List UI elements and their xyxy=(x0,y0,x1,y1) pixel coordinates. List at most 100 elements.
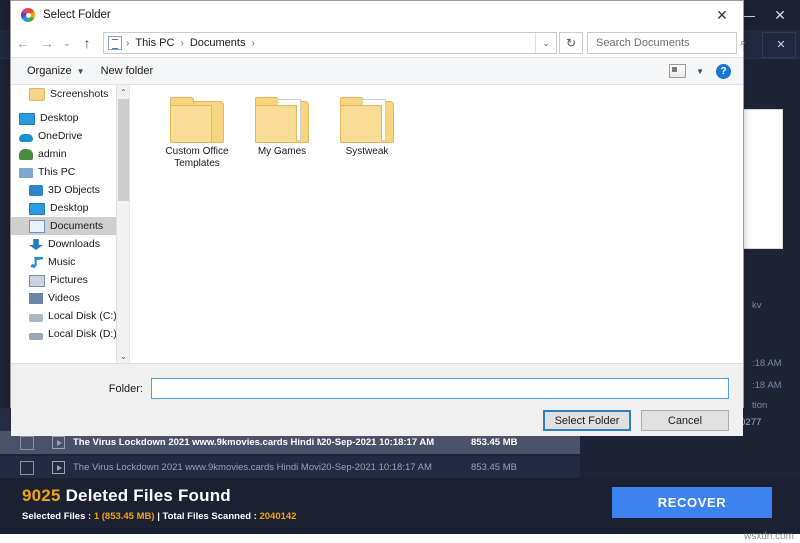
app-logo-icon xyxy=(21,8,35,22)
recent-locations-button[interactable]: ⌄ xyxy=(59,31,75,55)
sidebar-item-label: Local Disk (C:) xyxy=(48,310,117,322)
change-view-icon[interactable] xyxy=(669,64,687,78)
navigation-pane: Screenshots Desktop OneDrive admin This … xyxy=(11,85,130,363)
sidebar-item-label: Screenshots xyxy=(50,88,109,100)
sidebar-item-label: Desktop xyxy=(40,112,79,124)
row-file-date: 20-Sep-2021 10:18:17 AM xyxy=(321,462,432,473)
dialog-body: Screenshots Desktop OneDrive admin This … xyxy=(11,85,743,363)
folder-label: My Games xyxy=(257,146,307,157)
recover-button[interactable]: RECOVER xyxy=(612,487,772,518)
help-icon[interactable]: ? xyxy=(716,63,731,79)
navigation-scrollbar[interactable]: ⌃ ⌄ xyxy=(116,85,129,363)
dialog-toolbar: Organize ▼ New folder ▼ ? xyxy=(11,58,743,85)
breadcrumb-this-pc[interactable]: This PC xyxy=(133,37,176,49)
row-checkbox[interactable] xyxy=(20,460,34,475)
search-input[interactable] xyxy=(594,36,740,50)
folder-item-custom-office-templates[interactable]: Custom Office Templates xyxy=(152,97,242,170)
folder-item-my-games[interactable]: My Games xyxy=(237,97,327,158)
folder-icon xyxy=(255,97,309,143)
address-bar[interactable]: › This PC › Documents › ⌄ xyxy=(103,32,557,54)
selected-files-size: (853.45 MB) xyxy=(101,511,155,522)
sidebar-item-label: OneDrive xyxy=(38,130,83,142)
info-tooltip-bold-text: ble. xyxy=(739,230,782,241)
scrollbar-thumb[interactable] xyxy=(118,99,129,201)
sidebar-item-label: 3D Objects xyxy=(48,184,100,196)
folder-field-row: Folder: xyxy=(11,378,743,399)
organize-menu[interactable]: Organize ▼ xyxy=(27,65,85,77)
sidebar-item-label: This PC xyxy=(38,166,76,178)
deleted-files-label: Deleted Files Found xyxy=(65,486,231,505)
row-checkbox[interactable] xyxy=(20,435,34,450)
sidebar-item-screenshots[interactable]: Screenshots xyxy=(11,85,129,103)
forward-button[interactable]: → xyxy=(35,31,59,55)
disk-icon xyxy=(29,313,43,322)
selected-files-label: Selected Files : xyxy=(22,511,92,522)
sidebar-item-3d-objects[interactable]: 3D Objects xyxy=(11,181,129,199)
refresh-button[interactable]: ↻ xyxy=(559,32,583,54)
summary-separator: | xyxy=(157,511,160,522)
right-column-time-1: :18 AM xyxy=(752,358,782,369)
chevron-down-icon: ▼ xyxy=(76,66,85,76)
chevron-down-icon[interactable]: ⌄ xyxy=(535,33,556,53)
deleted-files-heading: 9025 Deleted Files Found xyxy=(22,486,231,506)
scroll-up-icon[interactable]: ⌃ xyxy=(117,85,129,99)
row-file-name: The Virus Lockdown 2021 www.9kmovies.car… xyxy=(73,462,321,473)
organize-label: Organize xyxy=(27,65,72,77)
sidebar-item-downloads[interactable]: Downloads xyxy=(11,235,129,253)
monitor-icon xyxy=(29,203,45,215)
app-close-button[interactable]: ✕ xyxy=(764,2,796,28)
dialog-titlebar: Select Folder ✕ xyxy=(11,1,743,29)
watermark: wsxdn.com xyxy=(743,531,794,542)
sidebar-item-this-pc[interactable]: This PC xyxy=(11,163,129,181)
pc-icon xyxy=(19,168,33,178)
app-subpanel-close-button[interactable]: ✕ xyxy=(772,36,790,52)
deleted-files-count: 9025 xyxy=(22,486,61,505)
folder-label: Systweak xyxy=(345,146,389,157)
folder-icon xyxy=(170,97,224,143)
sidebar-item-desktop-2[interactable]: Desktop xyxy=(11,199,129,217)
breadcrumb-documents[interactable]: Documents xyxy=(188,37,248,49)
new-folder-button[interactable]: New folder xyxy=(101,65,154,77)
folder-field-label: Folder: xyxy=(108,382,143,395)
videos-icon xyxy=(29,293,43,304)
sidebar-item-local-disk-d[interactable]: Local Disk (D:) xyxy=(11,325,129,343)
breadcrumb-separator: › xyxy=(126,37,130,49)
sidebar-item-label: Local Disk (D:) xyxy=(48,328,117,340)
sidebar-item-music[interactable]: Music xyxy=(11,253,129,271)
back-button[interactable]: ← xyxy=(11,31,35,55)
sidebar-item-videos[interactable]: Videos xyxy=(11,289,129,307)
scroll-down-icon[interactable]: ⌄ xyxy=(117,349,129,363)
folder-label: Custom Office Templates xyxy=(165,146,229,169)
pictures-icon xyxy=(29,275,45,287)
sidebar-item-desktop[interactable]: Desktop xyxy=(11,109,129,127)
right-column-time-2: :18 AM xyxy=(752,380,782,391)
breadcrumb-separator: › xyxy=(180,37,184,49)
table-row[interactable]: The Virus Lockdown 2021 www.9kmovies.car… xyxy=(0,456,580,479)
sidebar-item-documents[interactable]: Documents xyxy=(11,217,129,235)
monitor-icon xyxy=(19,113,35,125)
cancel-button[interactable]: Cancel xyxy=(641,410,729,431)
documents-folder-icon xyxy=(108,36,122,50)
folder-item-systweak[interactable]: Systweak xyxy=(322,97,412,158)
dialog-title: Select Folder xyxy=(43,9,111,21)
row-file-size: 853.45 MB xyxy=(471,462,517,473)
status-summary: Selected Files : 1 (853.45 MB) | Total F… xyxy=(22,511,296,522)
video-file-icon xyxy=(52,461,65,474)
dialog-close-button[interactable]: ✕ xyxy=(701,1,743,29)
info-tooltip-panel: naged or t it. ore than . ble. xyxy=(738,109,783,249)
sidebar-item-admin[interactable]: admin xyxy=(11,145,129,163)
folder-input[interactable] xyxy=(151,378,729,399)
select-folder-button[interactable]: Select Folder xyxy=(543,410,631,431)
scanned-files-label: Total Files Scanned : xyxy=(162,511,257,522)
sidebar-item-pictures[interactable]: Pictures xyxy=(11,271,129,289)
dialog-footer: Folder: Select Folder Cancel xyxy=(11,363,743,436)
downloads-icon xyxy=(29,239,43,250)
sidebar-item-onedrive[interactable]: OneDrive xyxy=(11,127,129,145)
sidebar-item-label: Pictures xyxy=(50,274,88,286)
up-button[interactable]: ↑ xyxy=(75,31,99,55)
sidebar-item-local-disk-c[interactable]: Local Disk (C:) xyxy=(11,307,129,325)
folder-icon xyxy=(340,97,394,143)
folder-icon xyxy=(29,88,45,101)
search-box[interactable]: ⌕ xyxy=(587,32,746,54)
chevron-down-icon[interactable]: ▼ xyxy=(696,67,704,76)
